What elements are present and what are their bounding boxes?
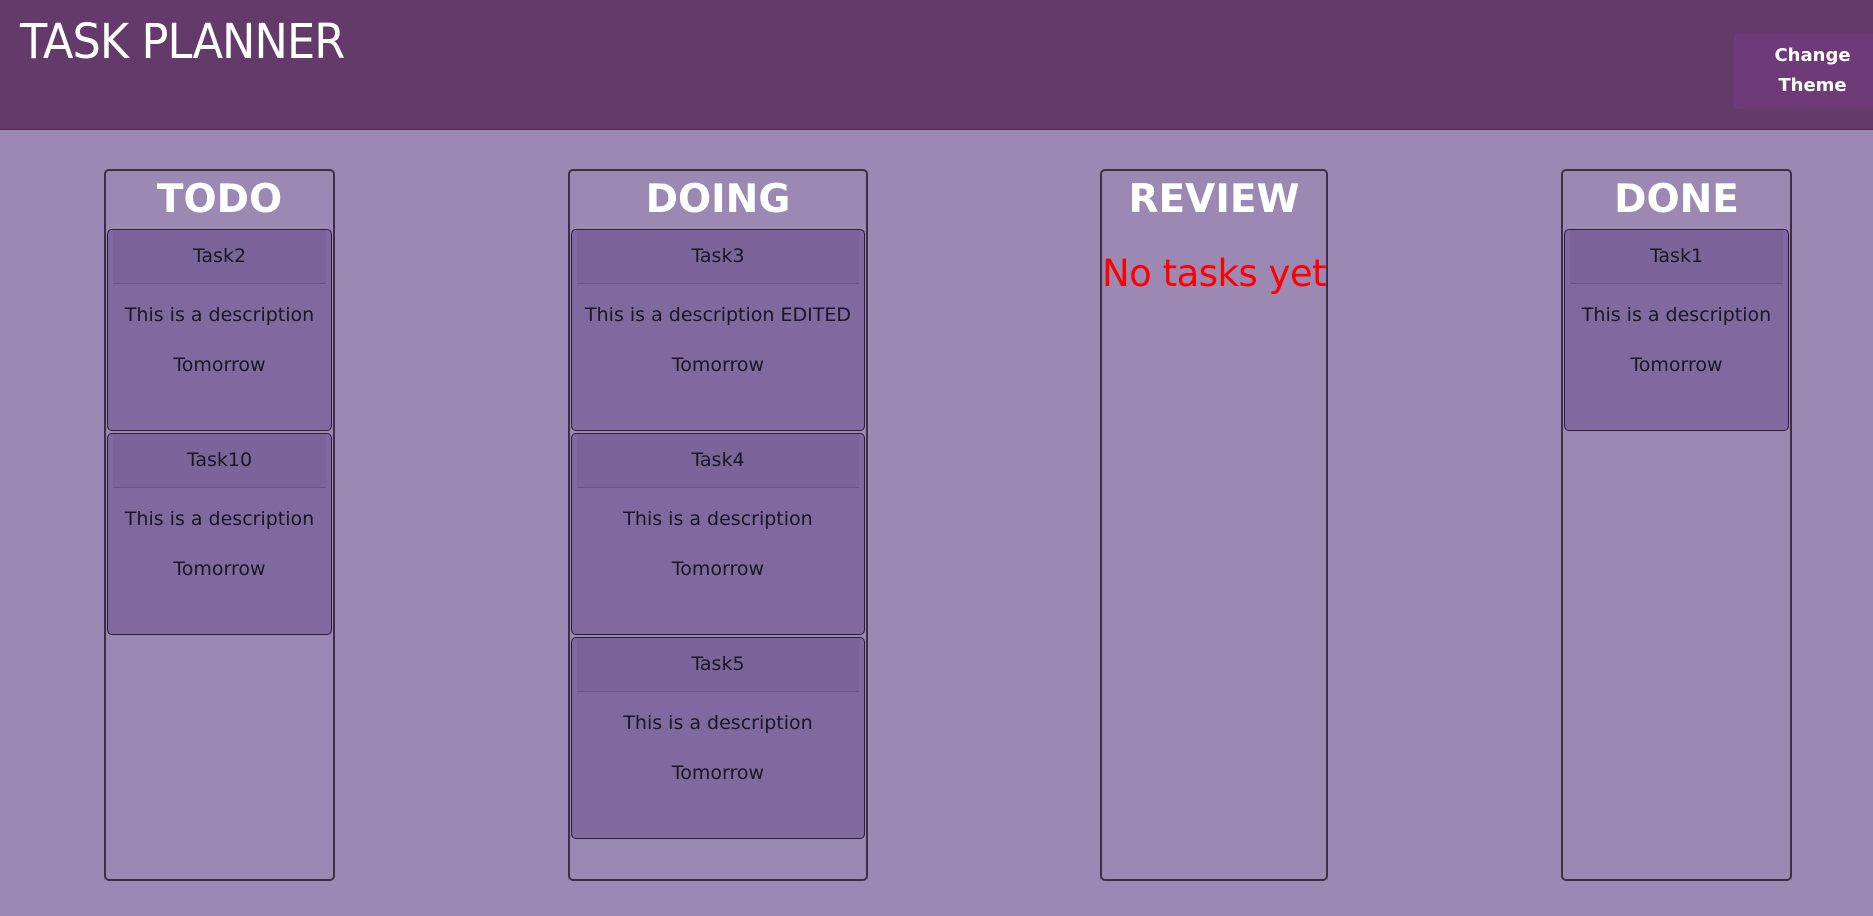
app-header: TASK PLANNER Change Theme — [0, 0, 1873, 130]
task-description: This is a description — [124, 508, 315, 530]
task-card[interactable]: Task1 This is a description Tomorrow — [1564, 229, 1789, 431]
task-description: This is a description — [124, 304, 315, 326]
app-title: TASK PLANNER — [20, 14, 345, 70]
task-name: Task1 — [1570, 230, 1783, 284]
task-description: This is a description — [1581, 304, 1772, 326]
task-description: This is a description EDITED — [585, 304, 851, 326]
task-description: This is a description — [623, 508, 813, 530]
change-theme-button[interactable]: Change Theme — [1734, 33, 1873, 109]
task-due: Tomorrow — [671, 354, 765, 376]
column-doing[interactable]: DOING Task3 This is a description EDITED… — [568, 169, 868, 881]
task-card[interactable]: Task2 This is a description Tomorrow — [107, 229, 332, 431]
task-due: Tomorrow — [671, 558, 765, 580]
task-card[interactable]: Task3 This is a description EDITED Tomor… — [571, 229, 865, 431]
task-card[interactable]: Task5 This is a description Tomorrow — [571, 637, 865, 839]
column-todo[interactable]: TODO Task2 This is a description Tomorro… — [104, 169, 335, 881]
task-name: Task4 — [577, 434, 859, 488]
empty-message: No tasks yet — [1102, 252, 1327, 295]
column-done[interactable]: DONE Task1 This is a description Tomorro… — [1561, 169, 1792, 881]
column-review[interactable]: REVIEW No tasks yet — [1100, 169, 1328, 881]
task-name: Task10 — [113, 434, 326, 488]
column-title: DONE — [1614, 177, 1739, 222]
column-title: REVIEW — [1128, 177, 1300, 222]
task-due: Tomorrow — [173, 354, 266, 376]
task-due: Tomorrow — [173, 558, 266, 580]
column-title: DOING — [645, 177, 791, 222]
task-card[interactable]: Task10 This is a description Tomorrow — [107, 433, 332, 635]
task-name: Task5 — [577, 638, 859, 692]
task-due: Tomorrow — [671, 762, 765, 784]
task-name: Task3 — [577, 230, 859, 284]
column-title: TODO — [156, 177, 283, 222]
task-due: Tomorrow — [1630, 354, 1723, 376]
task-description: This is a description — [623, 712, 813, 734]
task-name: Task2 — [113, 230, 326, 284]
task-card[interactable]: Task4 This is a description Tomorrow — [571, 433, 865, 635]
